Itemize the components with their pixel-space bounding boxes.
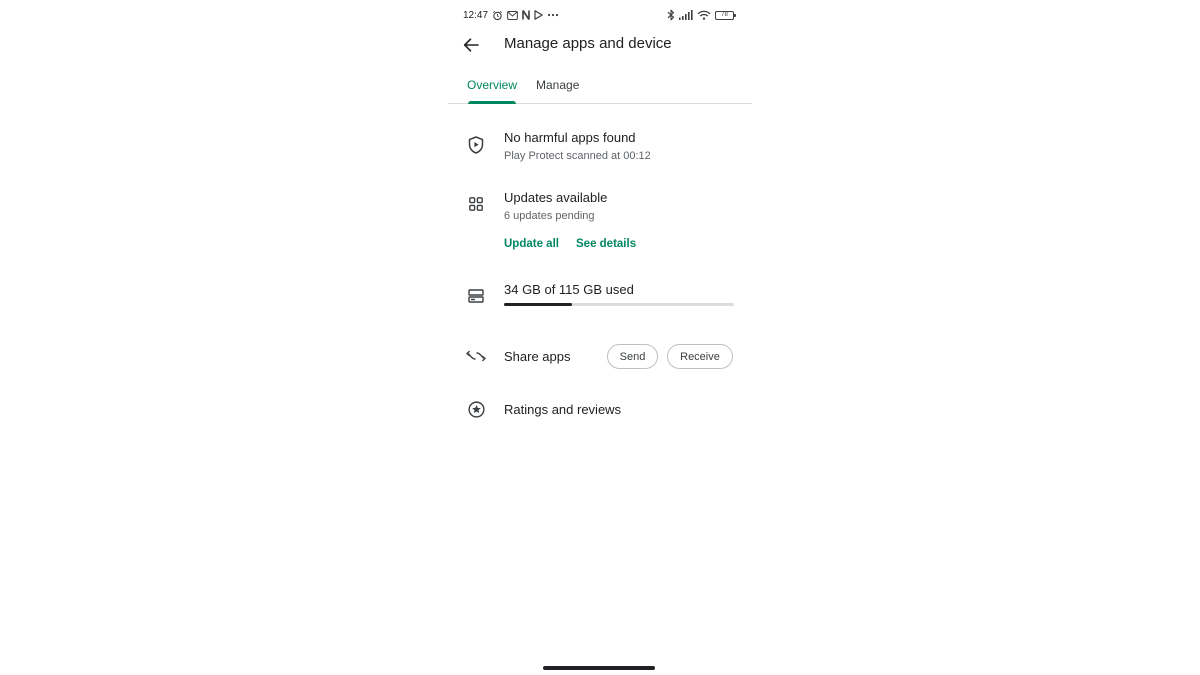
update-all-button[interactable]: Update all xyxy=(504,238,559,250)
app-bar: Manage apps and device xyxy=(448,30,752,60)
shield-play-icon xyxy=(467,136,485,154)
back-button[interactable] xyxy=(460,34,482,56)
more-icon xyxy=(547,13,559,17)
bluetooth-icon xyxy=(667,9,675,21)
storage-progress-bar xyxy=(504,303,734,306)
ratings-title: Ratings and reviews xyxy=(504,402,622,417)
updates-subtitle: 6 updates pending xyxy=(504,210,595,222)
share-apps-title: Share apps xyxy=(504,349,571,364)
wifi-icon xyxy=(697,10,711,20)
battery-icon: 78 xyxy=(715,10,736,20)
phone-screen: 12:47 78 Manage apps and device Overview… xyxy=(448,0,752,675)
signal-icon xyxy=(679,10,693,20)
status-time: 12:47 xyxy=(463,9,489,21)
back-arrow-icon xyxy=(463,38,479,52)
tab-bar: Overview Manage xyxy=(448,70,752,104)
play-store-icon xyxy=(534,10,543,20)
alarm-icon xyxy=(493,10,502,20)
storage-icon xyxy=(467,287,485,305)
status-bar-left: 12:47 xyxy=(463,10,559,21)
storage-progress-fill xyxy=(504,303,572,306)
page-title: Manage apps and device xyxy=(504,35,672,52)
share-apps-icon xyxy=(465,347,487,365)
battery-level: 78 xyxy=(721,11,728,18)
receive-button[interactable]: Receive xyxy=(667,344,733,369)
apps-grid-icon xyxy=(467,195,485,213)
gmail-icon xyxy=(507,10,518,20)
storage-label: 34 GB of 115 GB used xyxy=(504,282,634,297)
updates-title: Updates available xyxy=(504,190,608,205)
see-details-button[interactable]: See details xyxy=(576,238,636,250)
status-bar: 12:47 78 xyxy=(463,7,736,23)
active-tab-indicator xyxy=(468,101,516,104)
play-protect-title: No harmful apps found xyxy=(504,130,636,145)
netflix-icon xyxy=(522,10,530,20)
status-bar-right: 78 xyxy=(667,9,736,21)
star-circle-icon xyxy=(467,400,485,418)
tab-manage[interactable]: Manage xyxy=(536,78,579,92)
send-button[interactable]: Send xyxy=(607,344,658,369)
play-protect-subtitle: Play Protect scanned at 00:12 xyxy=(504,150,651,162)
home-indicator[interactable] xyxy=(543,666,655,670)
tab-overview[interactable]: Overview xyxy=(467,78,517,92)
